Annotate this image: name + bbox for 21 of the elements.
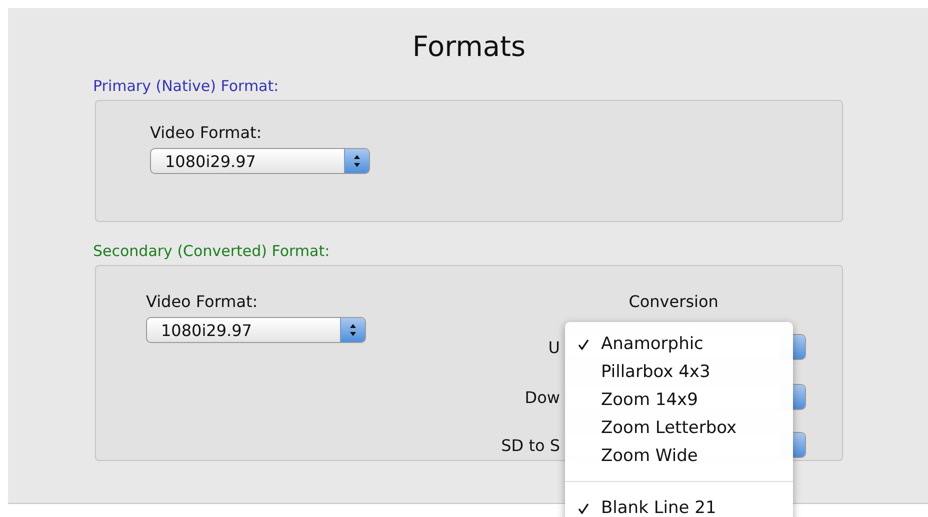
conversion-label: SD to S xyxy=(501,436,560,454)
menu-item[interactable]: Blank Line 21 xyxy=(565,494,793,517)
checkmark-icon xyxy=(578,338,588,350)
menu-item[interactable]: Pillarbox 4x3 xyxy=(565,358,793,386)
menu-item[interactable]: Zoom 14x9 xyxy=(565,386,793,414)
stepper-icon xyxy=(349,323,357,337)
menu-item[interactable]: Anamorphic xyxy=(565,330,793,358)
window-title: Formats xyxy=(411,30,527,63)
checkmark-icon xyxy=(578,502,588,514)
menu-item[interactable]: Zoom Wide xyxy=(565,442,793,470)
conversion-label: U xyxy=(548,338,560,356)
conversion-label: Dow xyxy=(524,388,560,406)
menu-item[interactable]: Zoom Letterbox xyxy=(565,414,793,442)
field-label: Video Format: xyxy=(146,292,258,311)
field-label: Video Format: xyxy=(150,123,262,142)
section-heading: Conversion xyxy=(628,292,718,311)
video-format-popup[interactable]: 1080i29.97 xyxy=(146,317,366,343)
stepper-icon xyxy=(353,154,361,168)
group-label: Secondary (Converted) Format: xyxy=(93,242,331,260)
group-label: Primary (Native) Format: xyxy=(93,77,280,95)
video-format-popup[interactable]: 1080i29.97 xyxy=(150,148,370,174)
